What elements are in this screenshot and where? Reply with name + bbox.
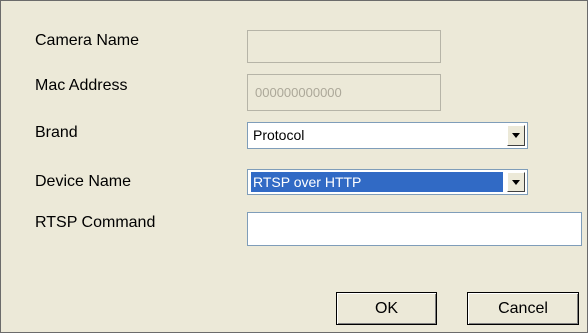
- rtsp-command-label: RTSP Command: [35, 214, 156, 231]
- brand-label: Brand: [35, 124, 78, 141]
- camera-settings-dialog: Camera Name Mac Address 000000000000 Bra…: [0, 0, 588, 333]
- device-name-select[interactable]: RTSP over HTTP: [247, 169, 528, 195]
- camera-name-label: Camera Name: [35, 32, 140, 49]
- device-name-select-value: RTSP over HTTP: [251, 172, 503, 192]
- cancel-button[interactable]: Cancel: [467, 292, 579, 325]
- brand-select[interactable]: Protocol: [247, 122, 528, 149]
- camera-name-field: [247, 30, 441, 63]
- device-name-dropdown-button[interactable]: [507, 172, 525, 192]
- ok-button[interactable]: OK: [336, 292, 437, 325]
- brand-dropdown-button[interactable]: [507, 125, 525, 146]
- mac-address-label: Mac Address: [35, 77, 128, 94]
- rtsp-command-input[interactable]: [247, 212, 582, 246]
- mac-address-field: 000000000000: [247, 74, 441, 111]
- chevron-down-icon: [512, 133, 520, 138]
- brand-select-value: Protocol: [253, 127, 305, 143]
- chevron-down-icon: [512, 179, 520, 185]
- device-name-label: Device Name: [35, 173, 132, 190]
